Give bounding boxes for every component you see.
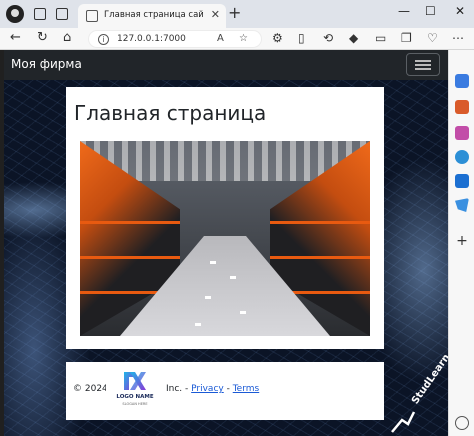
site-navbar: Моя фирма bbox=[4, 50, 448, 80]
send-icon[interactable] bbox=[455, 198, 469, 212]
tab-actions-icon[interactable] bbox=[56, 8, 68, 20]
close-window-button[interactable]: ✕ bbox=[455, 4, 465, 18]
floor-light bbox=[240, 311, 246, 314]
sidebar-settings-gear-icon[interactable] bbox=[455, 416, 469, 430]
privacy-link[interactable]: Privacy bbox=[191, 384, 224, 394]
site-brand[interactable]: Моя фирма bbox=[11, 57, 82, 71]
read-aloud-icon[interactable]: A bbox=[217, 33, 224, 44]
site-info-icon[interactable]: i bbox=[98, 34, 109, 45]
site-footer: © 2024 LOGO NAME SLOGAN HERE Inc. - Priv… bbox=[66, 362, 384, 420]
floor-light bbox=[205, 296, 211, 299]
navbar-toggler-button[interactable] bbox=[406, 53, 440, 76]
photo-shelf bbox=[80, 256, 180, 259]
link-separator: - bbox=[223, 384, 233, 394]
footer-links: Inc. - Privacy - Terms bbox=[166, 384, 259, 394]
studlearn-watermark: StudLearn bbox=[388, 352, 448, 436]
history-icon[interactable]: ⟲ bbox=[323, 31, 333, 45]
minimize-button[interactable]: — bbox=[398, 4, 410, 18]
search-sidebar-icon[interactable] bbox=[455, 74, 469, 88]
hamburger-line bbox=[415, 64, 431, 66]
screen-cast-icon[interactable]: ▭ bbox=[375, 31, 386, 45]
home-icon[interactable]: ⌂ bbox=[63, 30, 71, 45]
browser-titlebar: Главная страница сайта -Мой Co ✕ + — ☐ ✕ bbox=[0, 0, 474, 28]
add-sidebar-icon[interactable]: + bbox=[455, 234, 469, 248]
page-title: Главная страница bbox=[74, 101, 267, 125]
terms-link[interactable]: Terms bbox=[233, 384, 260, 394]
extensions-icon[interactable]: ⚙ bbox=[272, 31, 283, 45]
main-content-card: Главная страница bbox=[66, 87, 384, 349]
photo-shelf bbox=[270, 256, 370, 259]
shopping-icon[interactable] bbox=[455, 100, 469, 114]
profile-avatar-icon[interactable] bbox=[6, 5, 24, 23]
maximize-button[interactable]: ☐ bbox=[425, 4, 436, 18]
logo-mark-icon bbox=[124, 372, 146, 390]
copilot-icon[interactable]: ◆ bbox=[349, 31, 358, 45]
company-logo: LOGO NAME SLOGAN HERE bbox=[106, 366, 164, 416]
split-screen-icon[interactable]: ▯ bbox=[298, 31, 305, 45]
workspaces-icon[interactable] bbox=[34, 8, 46, 20]
hamburger-line bbox=[415, 68, 431, 70]
photo-shelf bbox=[80, 221, 180, 224]
favorites-icon[interactable]: ♡ bbox=[427, 31, 438, 45]
back-arrow-icon[interactable]: ← bbox=[10, 30, 21, 45]
page-favicon-icon bbox=[86, 10, 98, 22]
address-bar[interactable]: i 127.0.0.1:7000 A ☆ bbox=[88, 30, 262, 48]
office-icon[interactable] bbox=[455, 150, 469, 164]
photo-shelf bbox=[270, 221, 370, 224]
favorite-star-icon[interactable]: ☆ bbox=[239, 33, 248, 44]
new-tab-button[interactable]: + bbox=[228, 3, 241, 22]
outlook-icon[interactable] bbox=[455, 174, 469, 188]
logo-name-text: LOGO NAME bbox=[116, 394, 154, 400]
floor-light bbox=[195, 323, 201, 326]
collections-icon[interactable]: ❐ bbox=[401, 31, 412, 45]
tools-icon[interactable] bbox=[455, 126, 469, 140]
floor-light bbox=[230, 276, 236, 279]
browser-toolbar: ← ↻ ⌂ i 127.0.0.1:7000 A ☆ ⚙ ▯ ⟲ ◆ ▭ ❐ ♡… bbox=[0, 28, 474, 50]
browser-tab-active[interactable]: Главная страница сайта -Мой Co ✕ bbox=[78, 4, 226, 28]
company-suffix: Inc. - bbox=[166, 384, 192, 394]
page-viewport: Моя фирма Главная страница © 2024 LOGO N… bbox=[4, 50, 448, 436]
refresh-icon[interactable]: ↻ bbox=[37, 30, 48, 45]
more-menu-icon[interactable]: ⋯ bbox=[452, 31, 464, 45]
tab-title: Главная страница сайта -Мой Co bbox=[104, 10, 204, 20]
tab-close-icon[interactable]: ✕ bbox=[211, 8, 220, 21]
hamburger-icon bbox=[415, 60, 431, 62]
store-interior-photo bbox=[80, 141, 370, 336]
watermark-text: StudLearn bbox=[410, 352, 448, 407]
url-text[interactable]: 127.0.0.1:7000 bbox=[117, 34, 186, 44]
floor-light bbox=[210, 261, 216, 264]
browser-sidebar: + bbox=[448, 50, 474, 436]
hand-cursor-icon bbox=[391, 411, 416, 433]
copyright-text: © 2024 bbox=[73, 384, 108, 394]
logo-tagline-text: SLOGAN HERE bbox=[122, 402, 148, 406]
